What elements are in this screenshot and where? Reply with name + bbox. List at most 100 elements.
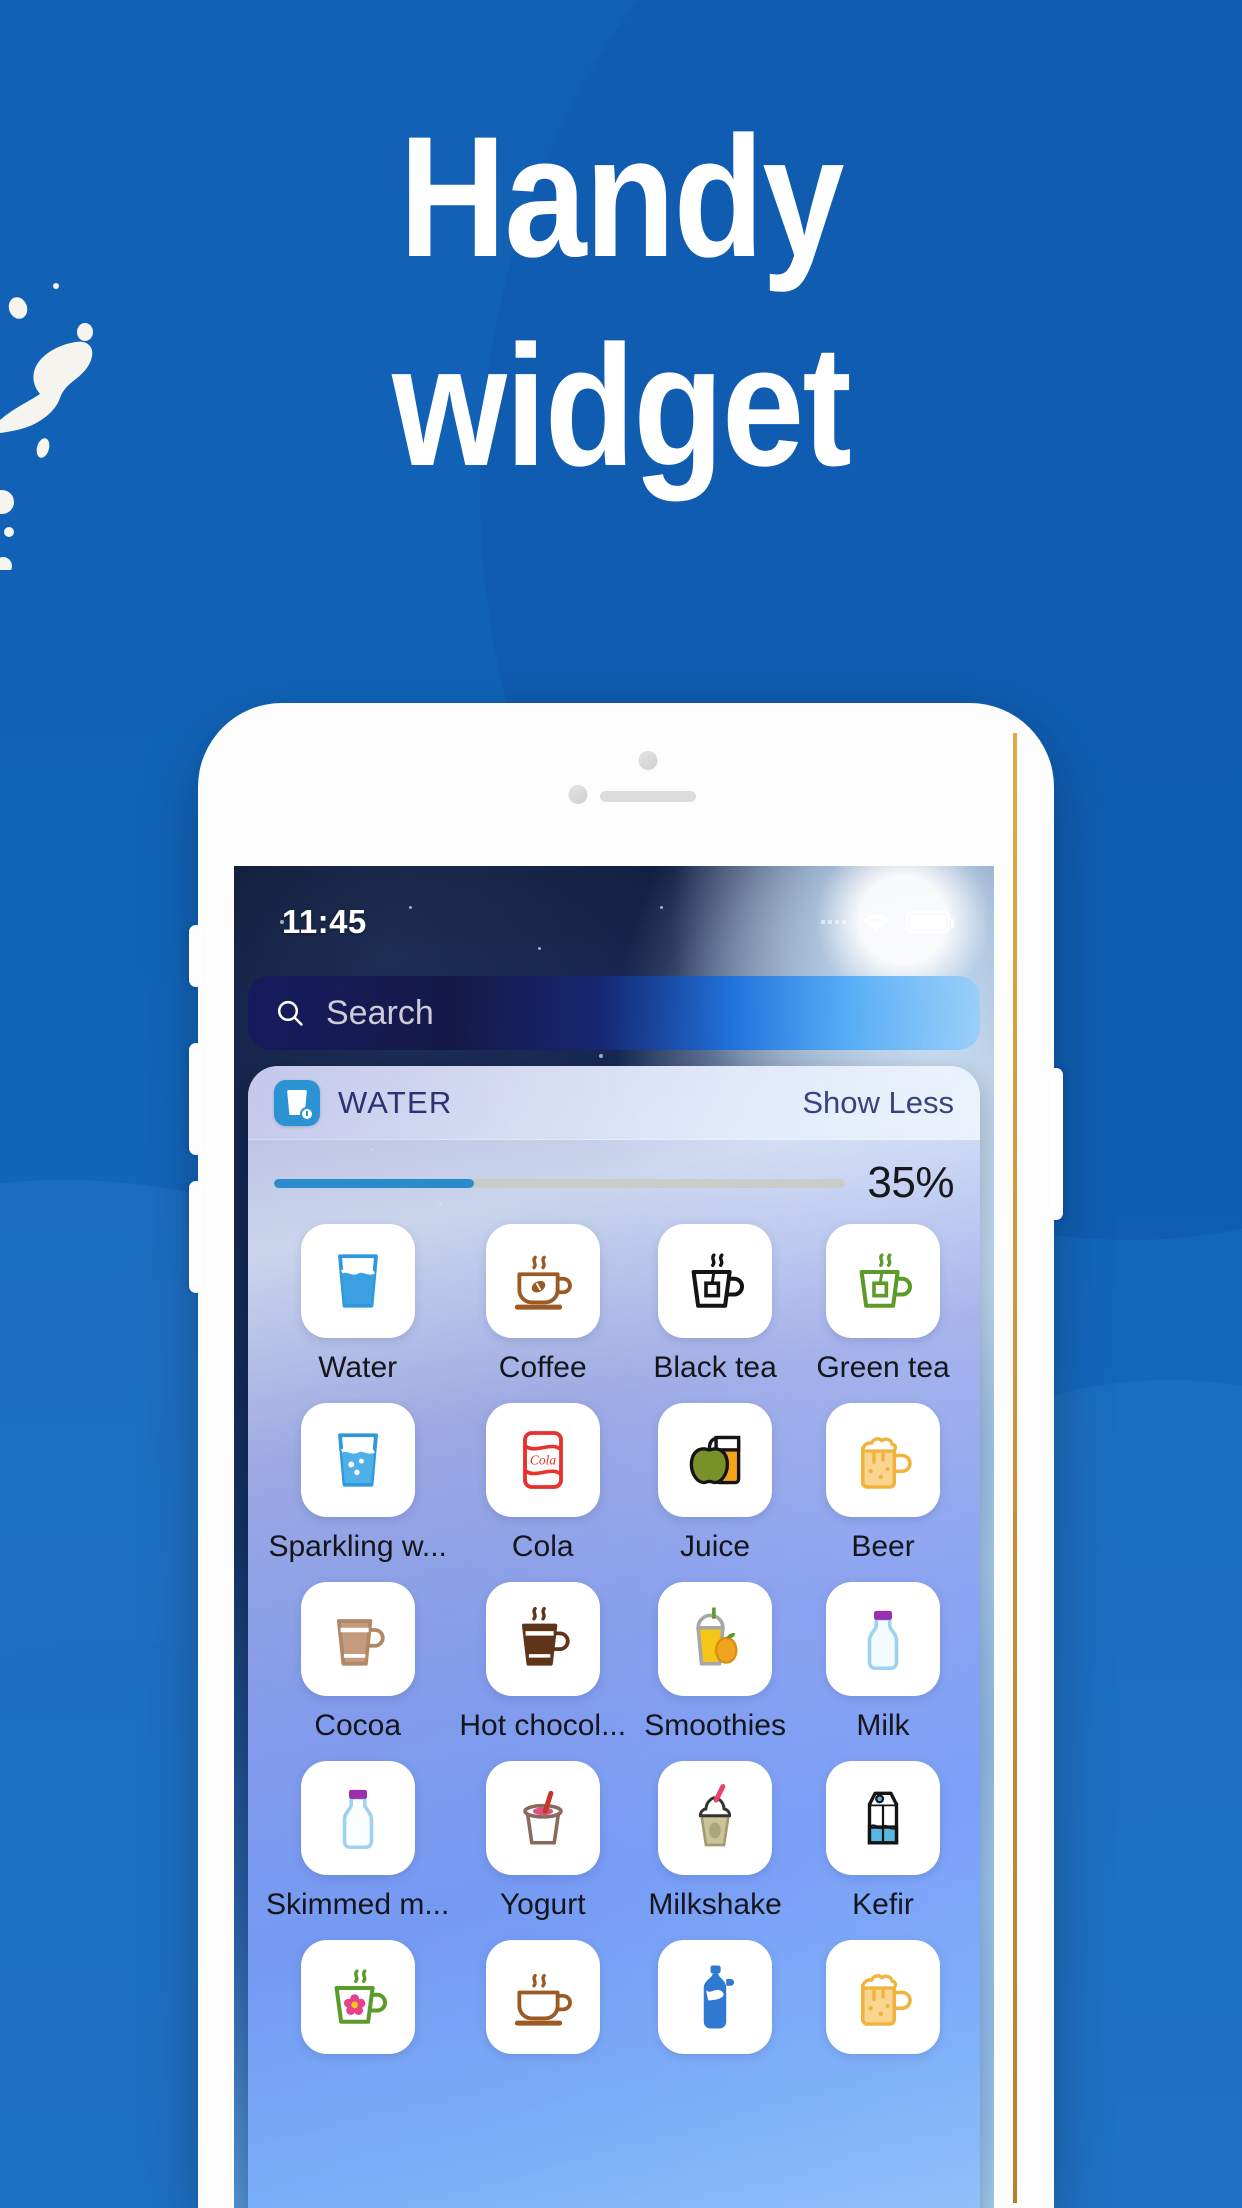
drink-label: Juice [680,1530,751,1563]
power-button[interactable] [1049,1068,1063,1220]
drink-cell[interactable]: Cocoa [266,1582,449,1743]
drink-tile[interactable] [658,1940,773,2054]
drink-cell[interactable]: Water [266,1224,449,1385]
clock-badge-icon [300,1106,314,1121]
progress-percent-label: 35% [867,1158,954,1207]
drink-cell[interactable]: Skimmed m... [266,1761,449,1922]
drink-cell[interactable] [459,1940,626,2067]
drink-label: Smoothies [644,1709,786,1742]
phone-edge-accent [1013,733,1017,2203]
coffee-cup-icon [514,1255,572,1310]
headline-line-1: Handy [399,101,844,293]
drink-tile[interactable] [485,1582,600,1696]
progress-bar [274,1178,846,1188]
milkshake-cup-icon [698,1784,732,1847]
herbal-tea-cup-icon [334,1969,387,2024]
drink-cell[interactable] [266,1940,449,2067]
drink-tile[interactable] [300,1403,415,1517]
juice-apple-glass-icon [689,1435,741,1485]
drink-tile[interactable] [485,1940,600,2054]
drink-tile[interactable] [300,1940,415,2054]
drink-tile[interactable] [485,1761,600,1875]
drink-cell[interactable] [804,1940,962,2067]
progress-bar-fill [274,1178,474,1188]
drink-label: Yogurt [499,1888,586,1921]
volume-down-button[interactable] [189,1181,203,1293]
signal-dots-icon [821,920,846,924]
widget-title: WATER [338,1084,453,1120]
drink-cell[interactable]: Juice [636,1403,794,1564]
drink-label: Water [318,1351,398,1384]
milk-bottle-icon [867,1610,899,1671]
drink-label: Sparkling w... [268,1530,447,1563]
drink-cell[interactable]: Yogurt [459,1761,626,1922]
cocoa-mug-icon [336,1619,385,1666]
skimmed-milk-bottle-icon [342,1789,373,1850]
battery-icon [906,911,954,933]
sport-bottle-icon [703,1965,735,2029]
front-camera [638,751,658,770]
black-tea-cup-icon [691,1253,745,1308]
widget-header: WATER Show Less [248,1066,980,1140]
promo-headline: Handy widget [87,96,1155,508]
drink-label: Hot chocol... [459,1709,627,1742]
drink-tile[interactable] [658,1761,773,1875]
phone-screen: 11:45 Search WATER Show Less 35% Water C… [234,866,994,2208]
drink-tile[interactable] [826,1403,941,1517]
drink-cell[interactable]: Black tea [636,1224,794,1385]
drink-tile[interactable] [300,1761,415,1875]
drink-tile[interactable] [658,1224,773,1338]
drink-tile[interactable] [485,1224,600,1338]
drink-label: Beer [851,1530,915,1563]
status-bar: 11:45 [234,866,994,952]
status-bar-clock: 11:45 [282,903,367,940]
water-glass-icon [337,1254,378,1308]
status-bar-indicators [821,909,954,935]
decaf-coffee-cup-icon [514,1973,572,2026]
drink-cell[interactable]: Smoothies [636,1582,794,1743]
show-less-button[interactable]: Show Less [802,1085,954,1121]
drink-cell[interactable] [636,1940,794,2067]
drink-tile[interactable] [658,1403,773,1517]
water-app-icon [274,1079,320,1126]
hot-chocolate-mug-icon [521,1606,570,1666]
beer-mug-icon [860,1974,912,2026]
drink-cell[interactable]: Coffee [459,1224,626,1385]
drink-label: Skimmed m... [266,1888,450,1921]
drink-label: Milk [856,1709,910,1742]
drink-tile[interactable]: Cola [485,1403,600,1517]
headline-line-2: widget [391,309,852,502]
search-input[interactable]: Search [248,976,980,1050]
green-tea-cup-icon [859,1253,912,1308]
drink-tile[interactable] [826,1582,941,1696]
drink-tile[interactable] [826,1761,941,1875]
drink-tile[interactable] [300,1582,415,1696]
drink-grid: Water Coffee Black tea Green tea Sparkling w… [248,1218,980,2067]
drink-cell[interactable]: Cola Cola [459,1403,626,1564]
cola-can-icon: Cola [522,1431,563,1489]
drink-cell[interactable]: Milkshake [636,1761,794,1922]
drink-tile[interactable] [658,1582,773,1696]
drink-label: Cola [511,1530,574,1563]
silent-switch-button[interactable] [189,925,203,987]
drink-label: Kefir [852,1888,914,1921]
drink-cell[interactable]: Green tea [804,1224,962,1385]
drink-tile[interactable] [826,1940,941,2054]
drink-label: Green tea [816,1351,950,1384]
water-widget: WATER Show Less 35% Water Coffee Black tea… [248,1066,980,2208]
earpiece-speaker [600,791,696,802]
drink-tile[interactable] [300,1224,415,1338]
drink-label: Coffee [498,1351,587,1384]
drink-cell[interactable]: Kefir [804,1761,962,1922]
kefir-carton-icon [867,1791,899,1845]
wifi-icon [864,914,888,932]
hydration-progress-row: 35% [248,1140,980,1218]
volume-up-button[interactable] [189,1043,203,1155]
drink-cell[interactable]: Milk [804,1582,962,1743]
sparkling-water-icon [337,1433,378,1487]
drink-tile[interactable] [826,1224,941,1338]
drink-label: Milkshake [648,1888,782,1921]
drink-cell[interactable]: Hot chocol... [459,1582,626,1743]
drink-cell[interactable]: Beer [804,1403,962,1564]
drink-cell[interactable]: Sparkling w... [266,1403,449,1564]
